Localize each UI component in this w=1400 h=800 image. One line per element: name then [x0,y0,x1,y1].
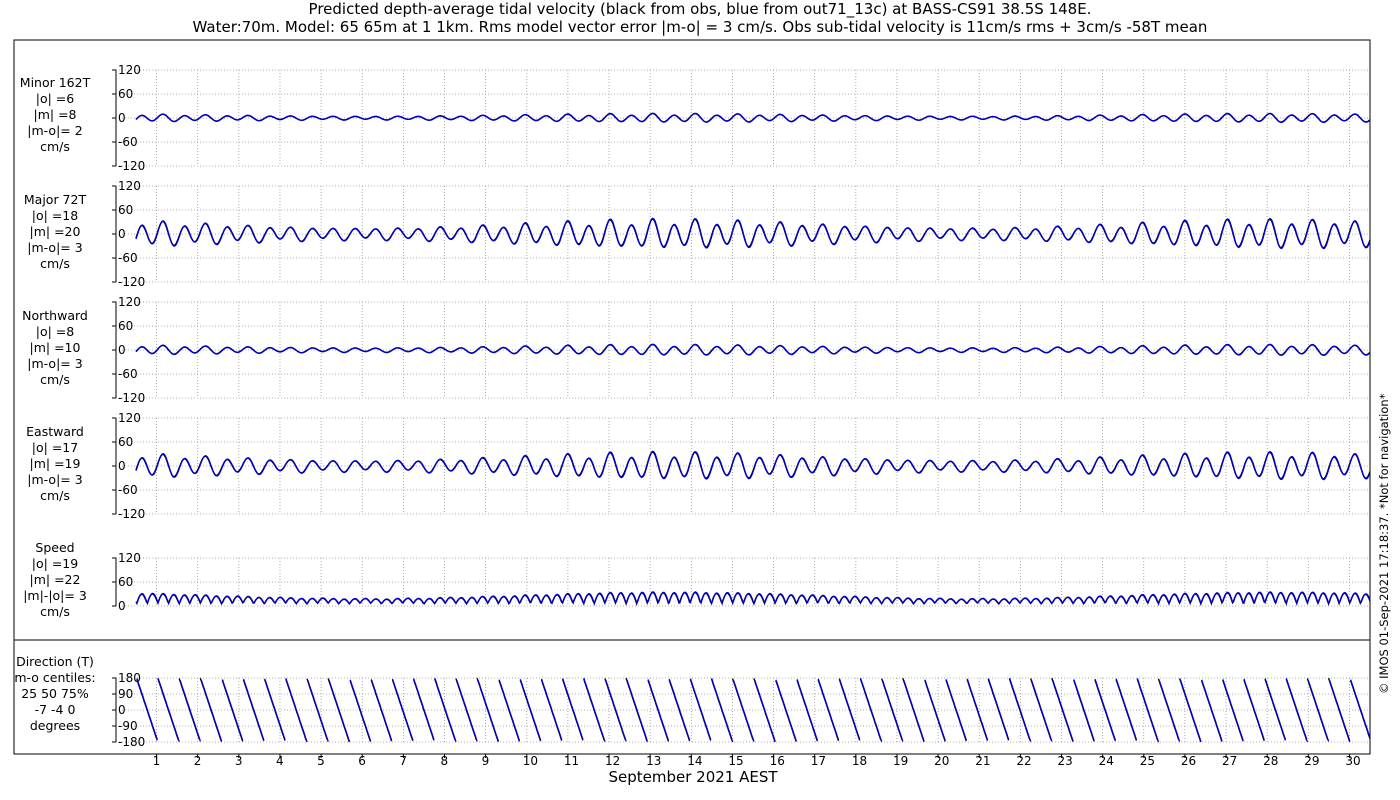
east-obs-line [135,451,1371,480]
east-ytick-label: 120 [118,411,141,425]
major-ytick-label: -60 [118,251,138,265]
x-tick-label: 16 [770,754,785,768]
x-tick-label: 11 [564,754,579,768]
major-ytick-label: -120 [118,275,145,289]
direction-ytick-label: -180 [118,735,145,749]
x-tick-label: 27 [1222,754,1237,768]
direction-ytick-label: 0 [118,703,126,717]
x-tick-label: 19 [893,754,908,768]
x-tick-label: 4 [276,754,284,768]
east-ytick-label: 60 [118,435,133,449]
direction-ytick-label: -90 [118,719,138,733]
direction-ytick-label: 90 [118,687,133,701]
x-tick-label: 3 [235,754,243,768]
x-tick-label: 20 [934,754,949,768]
x-tick-label: 1 [153,754,161,768]
east-ytick-label: 0 [118,459,126,473]
x-tick-label: 23 [1058,754,1073,768]
north-ytick-label: -120 [118,391,145,405]
x-tick-label: 12 [605,754,620,768]
east-ytick-label: -60 [118,483,138,497]
x-tick-label: 25 [1140,754,1155,768]
x-tick-label: 21 [975,754,990,768]
x-axis-label: September 2021 AEST [608,768,778,786]
major-ytick-label: 120 [118,179,141,193]
x-tick-label: 17 [811,754,826,768]
x-tick-label: 8 [441,754,449,768]
x-tick-label: 2 [194,754,202,768]
x-tick-label: 29 [1304,754,1319,768]
x-tick-label: 28 [1263,754,1278,768]
minor-ytick-label: -60 [118,135,138,149]
speed-ytick-label: 60 [118,575,133,589]
x-tick-label: 13 [646,754,661,768]
major-ytick-label: 60 [118,203,133,217]
x-tick-label: 9 [482,754,490,768]
north-ytick-label: 120 [118,295,141,309]
upper-frame [13,39,1371,641]
minor-ytick-label: 120 [118,63,141,77]
speed-ytick-label: 120 [118,551,141,565]
x-tick-label: 14 [687,754,702,768]
major-ytick-label: 0 [118,227,126,241]
x-tick-label: 5 [317,754,325,768]
x-tick-label: 15 [728,754,743,768]
x-tick-label: 24 [1099,754,1114,768]
x-tick-label: 26 [1181,754,1196,768]
minor-ytick-label: 0 [118,111,126,125]
x-tick-label: 10 [523,754,538,768]
x-tick-label: 22 [1016,754,1031,768]
north-ytick-label: -60 [118,367,138,381]
north-ytick-label: 0 [118,343,126,357]
minor-ytick-label: 60 [118,87,133,101]
footer-credit: © IMOS 01-Sep-2021 17:18:37. *Not for na… [1377,393,1391,694]
east-ytick-label: -120 [118,507,145,521]
north-ytick-label: 60 [118,319,133,333]
tidal-velocity-charts: 120600-60-120120600-60-120120600-60-1201… [13,39,1371,768]
x-tick-label: 18 [852,754,867,768]
x-tick-label: 30 [1345,754,1360,768]
x-tick-label: 6 [358,754,366,768]
minor-ytick-label: -120 [118,159,145,173]
x-tick-label: 7 [399,754,407,768]
direction-frame [13,639,1371,755]
speed-ytick-label: 0 [118,599,126,613]
